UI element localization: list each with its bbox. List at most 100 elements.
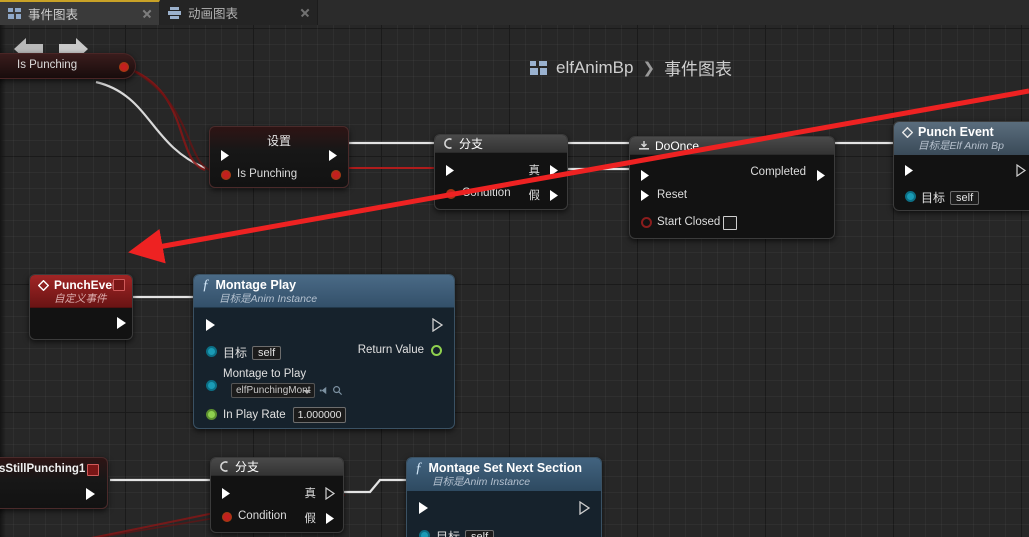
graph-grid-icon [8, 7, 22, 20]
montage-set-next-header: ƒ Montage Set Next Section 目标是Anim Insta… [407, 458, 601, 491]
punch-event-target-label: 目标 [921, 191, 946, 205]
branch-bottom-exec-in-pin[interactable] [221, 487, 233, 500]
branch-false-label: 假 [528, 190, 541, 202]
start-closed-pin[interactable] [641, 217, 652, 228]
get-var-label: Is Punching [17, 59, 78, 71]
montage-set-next-subtitle: 目标是Anim Instance [432, 476, 531, 488]
function-icon: ƒ [202, 277, 210, 293]
branch-icon [444, 138, 452, 149]
montage-to-play-value[interactable]: elfPunchingMont [231, 383, 315, 398]
start-closed-checkbox[interactable] [723, 216, 737, 230]
tab-anim-graph-label: 动画图表 [188, 7, 239, 21]
exec-out-pin[interactable] [328, 149, 340, 162]
node-montage-play[interactable]: ƒ Montage Play 目标是Anim Instance 目标 self … [193, 274, 455, 429]
montage-to-play-pin[interactable] [206, 380, 217, 391]
in-play-rate-pin[interactable] [206, 409, 217, 420]
montage-to-play-selector[interactable]: elfPunchingMont [231, 383, 343, 398]
punch-event-custom-exec-out-pin[interactable] [116, 316, 128, 329]
in-play-rate-row: In Play Rate 1.000000 [223, 407, 347, 423]
punch-event-title: Punch Event [918, 125, 994, 139]
node-branch-bottom[interactable]: 分支 真 Condition 假 [210, 457, 344, 533]
event-diamond-icon [902, 126, 913, 138]
branch-icon [220, 461, 228, 472]
doonce-icon [639, 141, 649, 150]
branch-exec-in-pin[interactable] [445, 164, 457, 177]
set-bool-out-pin[interactable] [331, 170, 341, 180]
montage-set-next-exec-in-pin[interactable] [418, 501, 430, 514]
is-still-punching-exec-out-pin[interactable] [85, 487, 97, 500]
montage-play-title: Montage Play [215, 278, 297, 292]
tab-event-graph-label: 事件图表 [28, 8, 79, 22]
graph-canvas[interactable]: elfAnimBp ❯ 事件图表 目标 Is Punching 设置 Is Pu… [0, 25, 1029, 537]
event-diamond-icon [38, 279, 49, 291]
set-node-title: 设置 [266, 134, 291, 148]
montage-play-target-label: 目标 [223, 346, 248, 360]
anim-graph-icon [168, 6, 182, 19]
branch-false-pin[interactable] [549, 189, 561, 202]
bool-out-pin[interactable] [119, 62, 129, 72]
branch-top-title: 分支 [459, 137, 484, 151]
close-icon[interactable] [299, 7, 311, 19]
in-play-rate-label: In Play Rate [223, 409, 286, 421]
branch-condition-label: Condition [462, 187, 511, 199]
blueprint-editor: 事件图表 动画图表 elfAnimBp ❯ 事件图表 Is Punching 设… [0, 0, 1029, 537]
montage-set-next-target-value[interactable]: self [465, 529, 495, 537]
branch-condition-pin[interactable] [446, 189, 456, 199]
chevron-right-icon: ❯ [642, 59, 656, 77]
montage-play-exec-out-pin[interactable] [432, 318, 444, 332]
punch-event-subtitle: 目标是Elf Anim Bp [918, 140, 1004, 152]
montage-play-exec-in-pin[interactable] [205, 318, 217, 331]
branch-bottom-false-pin[interactable] [325, 512, 337, 525]
montage-play-target-value[interactable]: self [252, 345, 282, 360]
node-montage-set-next-section[interactable]: ƒ Montage Set Next Section 目标是Anim Insta… [406, 457, 602, 537]
set-pin-label: Is Punching [237, 168, 298, 180]
punch-event-target-value[interactable]: self [950, 190, 980, 205]
do-once-exec-in-pin[interactable] [640, 169, 652, 182]
do-once-completed-label: Completed [750, 166, 806, 178]
node-punch-event-custom[interactable]: PunchEvent 自定义事件 [29, 274, 133, 340]
branch-top-header: 分支 [435, 135, 567, 153]
montage-play-return-pin[interactable] [431, 344, 442, 356]
node-punch-event-call[interactable]: Punch Event 目标是Elf Anim Bp 目标 self [893, 121, 1029, 211]
use-selected-asset-icon[interactable] [318, 385, 329, 396]
punch-event-exec-out-pin[interactable] [1016, 164, 1028, 177]
montage-play-return-label: Return Value [357, 344, 424, 356]
node-set-is-punching[interactable]: 设置 Is Punching [209, 126, 349, 188]
blueprint-icon [530, 60, 547, 75]
branch-true-pin[interactable] [549, 164, 561, 177]
montage-set-next-exec-out-pin[interactable] [579, 501, 591, 515]
branch-bottom-true-label: 真 [304, 488, 317, 500]
node-get-is-punching-top[interactable]: 目标 Is Punching [0, 53, 136, 79]
montage-to-play-group: Montage to Play elfPunchingMont [223, 368, 343, 398]
delegate-pin-icon[interactable] [87, 464, 99, 476]
do-once-completed-pin[interactable] [816, 169, 828, 182]
montage-set-next-title: Montage Set Next Section [428, 461, 583, 475]
montage-play-target-pin[interactable] [206, 346, 217, 357]
tab-bar: 事件图表 动画图表 [0, 0, 1029, 26]
do-once-reset-label: Reset [657, 189, 688, 201]
node-do-once[interactable]: DoOnce Completed Reset Start Closed [629, 136, 835, 239]
do-once-header: DoOnce [630, 137, 834, 155]
breadcrumb-leaf: 事件图表 [664, 60, 733, 79]
set-bool-in-pin[interactable] [221, 170, 231, 180]
tab-event-graph[interactable]: 事件图表 [0, 0, 160, 25]
do-once-reset-pin[interactable] [640, 189, 652, 202]
punch-event-target-row: 目标 self [921, 189, 980, 206]
branch-bottom-true-pin[interactable] [325, 487, 337, 500]
branch-bottom-condition-label: Condition [238, 510, 287, 522]
node-branch-top[interactable]: 分支 真 Condition 假 [434, 134, 568, 210]
punch-event-exec-in-pin[interactable] [904, 164, 916, 177]
tab-anim-graph[interactable]: 动画图表 [160, 0, 318, 25]
montage-set-next-target-pin[interactable] [419, 530, 430, 537]
punch-event-target-pin[interactable] [905, 191, 916, 202]
breadcrumb-asset[interactable]: elfAnimBp [556, 58, 633, 78]
branch-bottom-condition-pin[interactable] [222, 512, 232, 522]
delegate-pin-icon[interactable] [113, 279, 125, 291]
close-icon[interactable] [141, 8, 153, 20]
exec-in-pin[interactable] [220, 149, 232, 162]
montage-set-next-target-row: 目标 self [436, 528, 495, 537]
browse-asset-icon[interactable] [332, 385, 343, 396]
in-play-rate-value[interactable]: 1.000000 [292, 407, 347, 423]
start-closed-label: Start Closed [657, 216, 721, 228]
node-is-still-punching[interactable]: sStillPunching1 [0, 457, 108, 509]
